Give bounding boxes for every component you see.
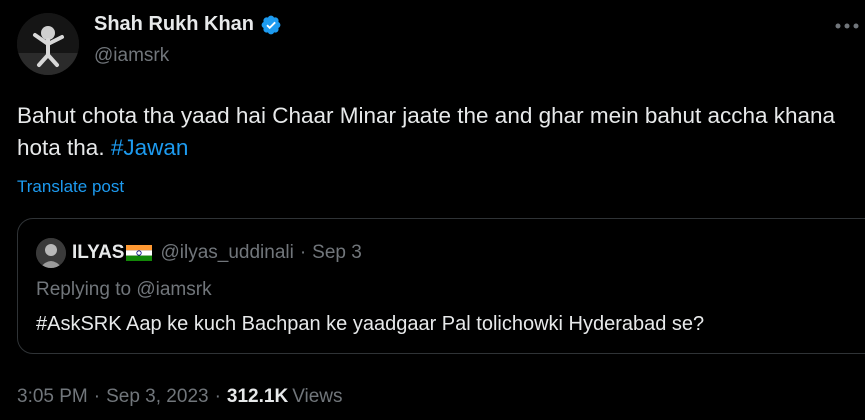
avatar-photo	[17, 13, 79, 75]
hashtag-link[interactable]: #Jawan	[111, 135, 189, 160]
meta-separator: ·	[93, 386, 101, 407]
quoted-tweet-header: ILYAS @ilyas_uddinali · Sep 3	[36, 238, 362, 268]
quoted-separator: ·	[299, 242, 307, 263]
author-name-text[interactable]: Shah Rukh Khan	[94, 13, 254, 36]
author-name[interactable]: Shah Rukh Khan	[94, 13, 282, 36]
tweet-text: Bahut chota tha yaad hai Chaar Minar jaa…	[17, 100, 837, 164]
india-flag-icon	[126, 245, 153, 261]
author-handle[interactable]: @iamsrk	[94, 45, 169, 67]
quoted-avatar-photo	[36, 238, 66, 268]
quoted-avatar[interactable]	[36, 238, 66, 268]
quoted-author-handle[interactable]: @ilyas_uddinali	[160, 242, 293, 264]
verified-badge-icon	[261, 15, 281, 34]
quoted-tweet-text: #AskSRK Aap ke kuch Bachpan ke yaadgaar …	[36, 313, 705, 335]
tweet-metadata: 3:05 PM · Sep 3, 2023 · 312.1K Views	[17, 386, 343, 408]
translate-post-link[interactable]: Translate post	[17, 177, 124, 197]
tweet-time[interactable]: 3:05 PM	[17, 386, 88, 408]
tweet-date[interactable]: Sep 3, 2023	[106, 386, 208, 408]
meta-separator-2: ·	[214, 386, 221, 407]
views-label: Views	[292, 386, 343, 407]
more-dots-icon	[835, 23, 859, 29]
replying-to-text: Replying to @iamsrk	[36, 279, 212, 300]
quoted-date[interactable]: Sep 3	[312, 242, 362, 264]
more-options-button[interactable]	[832, 14, 862, 38]
views-count: 312.1K	[226, 386, 289, 407]
quoted-tweet[interactable]: ILYAS @ilyas_uddinali · Sep 3 Replying t…	[17, 218, 865, 354]
quoted-author-name[interactable]: ILYAS	[72, 242, 124, 264]
author-avatar[interactable]	[17, 13, 79, 75]
